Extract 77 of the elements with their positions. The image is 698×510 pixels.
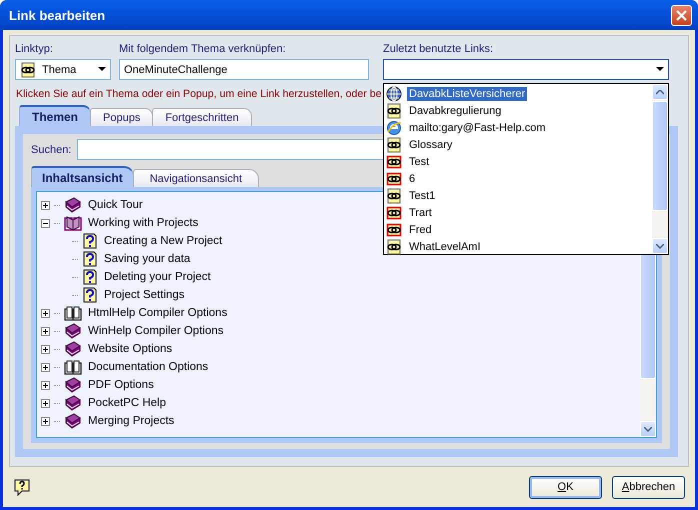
topic-field[interactable]: OneMinuteChallenge (119, 59, 369, 80)
expand-icon[interactable] (41, 200, 50, 210)
book-icon (64, 377, 82, 393)
list-item[interactable]: Test (407, 154, 432, 168)
expand-icon[interactable] (41, 344, 50, 354)
globe-icon (386, 86, 402, 102)
tree-item[interactable]: Merging Projects (86, 415, 174, 427)
field-label: Zuletzt benutzte Links: (383, 43, 494, 55)
tab[interactable]: Inhaltsansicht (31, 166, 134, 187)
tree-item[interactable]: Website Options (86, 343, 172, 355)
browser-icon (386, 120, 402, 136)
book-icon (64, 413, 82, 429)
field-label: Mit folgendem Thema verknüpfen: (119, 43, 287, 55)
close-button[interactable] (671, 4, 692, 26)
collapse-icon[interactable] (41, 218, 50, 228)
tab[interactable]: Navigationsansicht (132, 169, 260, 187)
tree-item[interactable]: PocketPC Help (86, 397, 166, 409)
expand-icon[interactable] (41, 326, 50, 336)
book-icon (64, 341, 82, 357)
chain-link-icon (20, 62, 36, 78)
instruction-text: Klicken Sie auf ein Thema oder ein Popup, um eine Link herzustellen, oder be (16, 88, 382, 102)
chain-link-icon (386, 222, 402, 238)
chain-link-icon (386, 102, 402, 118)
expand-icon[interactable] (41, 380, 50, 390)
chain-link-icon (386, 188, 402, 204)
list-item[interactable]: mailto:gary@Fast-Help.com (407, 120, 548, 134)
expand-icon[interactable] (41, 308, 50, 318)
chain-link-icon (386, 170, 402, 186)
tab[interactable]: Fortgeschritten (152, 108, 252, 126)
list-item[interactable]: Trart (407, 206, 434, 220)
tree-item[interactable]: Creating a New Project (102, 235, 222, 247)
tree-item[interactable]: Working with Projects (86, 217, 198, 229)
list-item[interactable]: 6 (407, 172, 418, 186)
tree-item[interactable]: Saving your data (102, 253, 190, 265)
list-item[interactable]: WhatLevelAmI (407, 240, 483, 254)
tree-item[interactable]: Deleting your Project (102, 271, 211, 283)
list-item[interactable]: DavabkListeVersicherer (407, 86, 528, 100)
open-book-icon (64, 359, 82, 375)
tree-item[interactable]: Project Settings (102, 289, 185, 301)
list-item[interactable]: Davabkregulierung (407, 104, 504, 118)
expand-icon[interactable] (41, 416, 50, 426)
expand-icon[interactable] (41, 398, 50, 408)
open-book-icon (64, 215, 82, 231)
field-label: Suchen: (31, 144, 72, 156)
help-page-icon (82, 269, 98, 285)
open-book-icon (64, 305, 82, 321)
book-icon (64, 323, 82, 339)
list-item[interactable]: Test1 (407, 188, 438, 202)
chain-link-icon (386, 136, 402, 152)
tree-item[interactable]: HtmlHelp Compiler Options (86, 307, 228, 319)
caret-icon (98, 67, 106, 72)
help-page-icon (82, 251, 98, 267)
list-item[interactable]: Glossary (407, 138, 454, 152)
dialog-button[interactable]: OK (529, 476, 602, 498)
window-title: Link bearbeiten (9, 8, 106, 22)
tree-item[interactable]: Quick Tour (86, 199, 143, 211)
help-icon[interactable] (14, 478, 30, 496)
help-page-icon (82, 287, 98, 303)
tree-item[interactable]: PDF Options (86, 379, 154, 391)
chain-link-icon (386, 204, 402, 220)
field-label: Linktyp: (15, 43, 54, 55)
chain-link-icon (386, 154, 402, 170)
book-icon (64, 197, 82, 213)
close-icon (676, 10, 687, 20)
help-page-icon (82, 233, 98, 249)
dialog-button[interactable]: Abbrechen (612, 476, 685, 498)
link-type-dropdown[interactable]: Thema (15, 59, 111, 80)
caret-icon (656, 67, 664, 72)
book-icon (64, 395, 82, 411)
tree-item[interactable]: Documentation Options (86, 361, 208, 373)
tree-item[interactable]: WinHelp Compiler Options (86, 325, 224, 337)
recent-links-dropdown[interactable] (383, 59, 669, 80)
list-item[interactable]: Fred (407, 222, 434, 236)
scrollbar[interactable] (652, 84, 668, 254)
expand-icon[interactable] (41, 362, 50, 372)
tab[interactable]: Themen (19, 105, 92, 126)
tab[interactable]: Popups (90, 108, 154, 126)
